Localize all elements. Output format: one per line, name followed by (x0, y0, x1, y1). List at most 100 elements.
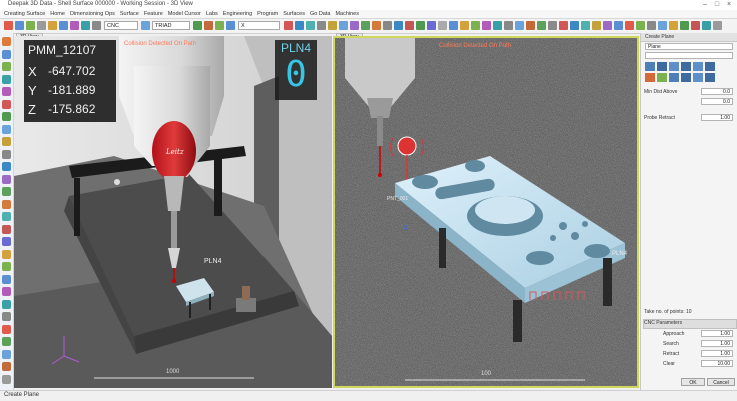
menu-item-0[interactable]: Creating Surface (4, 10, 50, 18)
feature-type-dropdown[interactable]: Plane (645, 43, 733, 50)
viewport-right[interactable]: x Collision Detected On Path PNT_001 PLN… (333, 36, 639, 388)
delete-icon[interactable] (405, 21, 414, 30)
axis-combo[interactable]: X (238, 21, 280, 30)
folder-icon[interactable] (48, 21, 57, 30)
menu-item-2[interactable]: Dimensioning Ops (70, 10, 120, 18)
save-icon[interactable] (59, 21, 68, 30)
plane-shape-icon-4[interactable] (681, 62, 691, 71)
left-tool-icon-12[interactable] (2, 187, 11, 196)
view-icon[interactable] (141, 21, 150, 30)
settings-icon[interactable] (92, 21, 101, 30)
pan-icon[interactable] (548, 21, 557, 30)
home-icon[interactable] (15, 21, 24, 30)
point-icon[interactable] (328, 21, 337, 30)
left-tool-icon-23[interactable] (2, 324, 11, 334)
slot-icon[interactable] (372, 21, 381, 30)
section-icon[interactable] (559, 21, 568, 30)
triad-combo[interactable]: TRIAD (152, 21, 190, 30)
left-tool-icon-4[interactable] (2, 87, 11, 96)
pause-icon[interactable] (691, 21, 700, 30)
maximize-icon[interactable]: □ (712, 1, 722, 9)
cancel-button[interactable]: Cancel (707, 378, 735, 386)
second-field[interactable]: 0.0 (701, 98, 733, 105)
left-tool-icon-8[interactable] (2, 137, 11, 146)
cnc-combo[interactable]: CNC (104, 21, 138, 30)
left-tool-icon-0[interactable] (2, 37, 11, 46)
layer-icon[interactable] (603, 21, 612, 30)
menu-item-3[interactable]: Surface (120, 10, 144, 18)
left-tool-icon-14[interactable] (2, 212, 11, 221)
curve-icon[interactable] (383, 21, 392, 30)
plane-icon[interactable] (295, 21, 304, 30)
run-icon[interactable] (680, 21, 689, 30)
menu-item-6[interactable]: Labs (206, 10, 223, 18)
check-icon[interactable] (416, 21, 425, 30)
viewport-left[interactable]: Leitz PMM_12107 X -647.702 Y -181.889 Z … (14, 36, 332, 388)
view-iso-icon[interactable] (526, 21, 535, 30)
import-icon[interactable] (482, 21, 491, 30)
help-icon[interactable] (636, 21, 645, 30)
menu-item-7[interactable]: Engineering (223, 10, 257, 18)
menu-item-11[interactable]: Machines (335, 10, 364, 18)
report-icon[interactable] (427, 21, 436, 30)
view-front-icon[interactable] (493, 21, 502, 30)
stop-icon[interactable] (37, 21, 46, 30)
left-tool-icon-3[interactable] (2, 74, 11, 84)
menu-item-10[interactable]: Go Data (310, 10, 335, 18)
undo-icon[interactable] (702, 21, 711, 30)
left-tool-icon-11[interactable] (2, 174, 11, 184)
circle-icon[interactable] (306, 21, 315, 30)
min-dist-field[interactable]: 0.0 (701, 88, 733, 95)
tool-icon-3[interactable] (669, 73, 679, 82)
view-side-icon[interactable] (515, 21, 524, 30)
line-icon[interactable] (317, 21, 326, 30)
left-tool-icon-18[interactable] (2, 262, 11, 271)
wireframe-icon[interactable] (581, 21, 590, 30)
export-icon[interactable] (471, 21, 480, 30)
tool-icon-5[interactable] (693, 73, 703, 82)
left-tool-icon-24[interactable] (2, 337, 11, 346)
left-tool-icon-9[interactable] (2, 149, 11, 159)
close-icon[interactable]: × (724, 1, 734, 9)
left-tool-icon-17[interactable] (2, 249, 11, 259)
search-field[interactable]: 1.00 (701, 340, 733, 347)
approach-field[interactable]: 1.00 (701, 330, 733, 337)
menu-item-1[interactable]: Home (50, 10, 70, 18)
left-tool-icon-22[interactable] (2, 312, 11, 321)
left-tool-icon-6[interactable] (2, 112, 11, 121)
cone-icon[interactable] (350, 21, 359, 30)
probe-retract-field[interactable]: 1.00 (701, 114, 733, 121)
cylinder-icon[interactable] (339, 21, 348, 30)
left-tool-icon-26[interactable] (2, 362, 11, 371)
lock-icon[interactable] (658, 21, 667, 30)
axis-icon[interactable] (204, 21, 213, 30)
menu-item-8[interactable]: Program (257, 10, 283, 18)
plane-shape-icon-6[interactable] (705, 62, 715, 71)
tolerance-icon[interactable] (460, 21, 469, 30)
plane-shape-icon[interactable] (645, 62, 655, 71)
secondary-dropdown[interactable] (645, 52, 733, 59)
rotate-icon[interactable] (215, 21, 224, 30)
retract-field[interactable]: 1.00 (701, 350, 733, 357)
menu-item-9[interactable]: Surfaces (283, 10, 310, 18)
warning-icon[interactable] (625, 21, 634, 30)
menu-item-5[interactable]: Model Cursor (168, 10, 206, 18)
collision-icon[interactable] (284, 21, 293, 30)
measure-icon[interactable] (81, 21, 90, 30)
tool-icon-1[interactable] (645, 73, 655, 82)
tool-icon-4[interactable] (681, 73, 691, 82)
left-tool-icon-15[interactable] (2, 224, 11, 234)
left-tool-icon-10[interactable] (2, 162, 11, 171)
menu-item-4[interactable]: Feature (144, 10, 168, 18)
unlock-icon[interactable] (669, 21, 678, 30)
left-tool-icon-16[interactable] (2, 237, 11, 246)
plane-shape-icon-5[interactable] (693, 62, 703, 71)
left-tool-icon-27[interactable] (2, 374, 11, 384)
left-tool-icon-21[interactable] (2, 299, 11, 309)
left-tool-icon-7[interactable] (2, 124, 11, 134)
plane-shape-icon-2[interactable] (657, 62, 667, 71)
probe-icon[interactable] (70, 21, 79, 30)
sphere-icon[interactable] (361, 21, 370, 30)
grid-icon[interactable] (193, 21, 202, 30)
minimize-icon[interactable]: – (700, 1, 710, 9)
